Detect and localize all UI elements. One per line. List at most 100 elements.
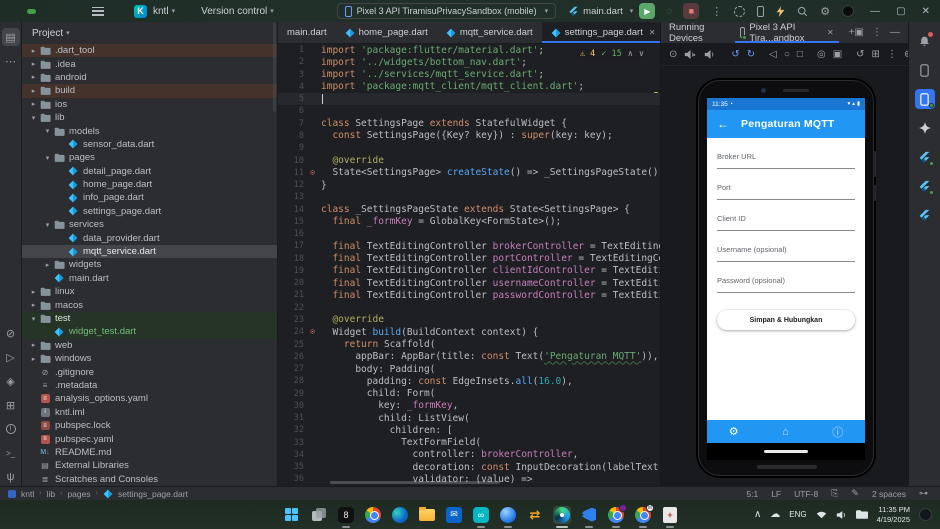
tree-item-readme-md[interactable]: M↓ README.md bbox=[22, 446, 277, 459]
extend-icon[interactable]: ⊞ bbox=[872, 49, 880, 60]
tree-scrollbar[interactable] bbox=[273, 22, 276, 112]
onedrive-icon[interactable]: ☁ bbox=[770, 509, 780, 520]
more-icon[interactable]: ⋮ bbox=[887, 49, 897, 60]
code-line-23[interactable]: 23 @override bbox=[278, 314, 660, 326]
tree-item-home-page-dart[interactable]: home_page.dart bbox=[22, 178, 277, 191]
close-button[interactable]: ✕ bbox=[922, 6, 930, 17]
chrome-app[interactable] bbox=[364, 506, 382, 524]
code-line-10[interactable]: 10 @override bbox=[278, 154, 660, 166]
chevron-right-icon[interactable]: ▸ bbox=[28, 301, 39, 309]
tab-mqtt_service.dart[interactable]: mqtt_service.dart bbox=[437, 22, 542, 43]
snapshot-icon[interactable]: ↺ bbox=[856, 49, 864, 60]
code-line-24[interactable]: 24 ⊙ Widget build(BuildContext context) { bbox=[278, 326, 660, 338]
chevron-right-icon[interactable]: ▸ bbox=[28, 355, 39, 363]
main-menu-icon[interactable] bbox=[92, 6, 104, 16]
tree-item-test[interactable]: ▾ test bbox=[22, 311, 277, 326]
browser-sphere-app[interactable] bbox=[499, 506, 517, 528]
chevron-right-icon[interactable]: ▸ bbox=[28, 47, 39, 55]
code-line-12[interactable]: 12} bbox=[278, 179, 660, 191]
clipboard-app[interactable]: + bbox=[661, 506, 679, 528]
code-line-27[interactable]: 27 body: Padding( bbox=[278, 363, 660, 375]
device-tab[interactable]: Pixel 3 API Tira...andbox ✕ bbox=[733, 22, 841, 44]
rotate-right-icon[interactable]: ↻ bbox=[747, 49, 755, 60]
tray-chevron-icon[interactable]: ∧ bbox=[754, 509, 761, 520]
tree-item-scratches-and-consoles[interactable]: ≣ Scratches and Consoles bbox=[22, 473, 277, 486]
code-editor[interactable]: ⚠ 4 ✓ 15 ∧ ∨ 1 import 'package:flutter/ma… bbox=[278, 44, 660, 486]
more-tools-icon[interactable]: ⋯ bbox=[2, 52, 20, 70]
volume-down-icon[interactable] bbox=[704, 49, 717, 60]
device-mirror-icon[interactable] bbox=[757, 5, 765, 17]
gemini-icon[interactable] bbox=[915, 118, 935, 138]
code-line-35[interactable]: 35 decoration: const InputDecoration(lab… bbox=[278, 461, 660, 473]
code-line-13[interactable]: 13 bbox=[278, 191, 660, 203]
tree-item-windows[interactable]: ▸ windows bbox=[22, 352, 277, 365]
project-name[interactable]: kntl bbox=[153, 6, 169, 17]
structure-icon[interactable]: ◈ bbox=[2, 372, 20, 390]
close-icon[interactable]: ✕ bbox=[649, 28, 656, 37]
settings-gear-icon[interactable]: ⚙ bbox=[820, 5, 830, 18]
transfer-app[interactable]: ⇄ bbox=[526, 506, 544, 524]
tree-item-linux[interactable]: ▸ linux bbox=[22, 285, 277, 298]
code-line-1[interactable]: 1 import 'package:flutter/material.dart'; bbox=[278, 44, 660, 56]
code-line-2[interactable]: 2 import '../widgets/bottom_nav.dart'; bbox=[278, 56, 660, 68]
chevron-right-icon[interactable]: ▸ bbox=[28, 341, 39, 349]
chrome-profile2-app[interactable]: M bbox=[634, 503, 654, 528]
code-line-32[interactable]: 32 children: [ bbox=[278, 424, 660, 436]
tree-item-sensor-data-dart[interactable]: sensor_data.dart bbox=[22, 138, 277, 151]
search-icon[interactable] bbox=[797, 6, 808, 17]
chevron-right-icon[interactable]: ▸ bbox=[28, 100, 39, 108]
tree-item-settings-page-dart[interactable]: settings_page.dart bbox=[22, 205, 277, 218]
gesture-bar[interactable] bbox=[707, 443, 865, 460]
commit-icon[interactable]: ⊘ bbox=[2, 324, 20, 342]
breadcrumb-item[interactable]: kntl bbox=[21, 489, 34, 499]
tree-item--metadata[interactable]: ≡ .metadata bbox=[22, 379, 277, 392]
code-line-21[interactable]: 21 final TextEditingController passwordC… bbox=[278, 289, 660, 301]
chevron-right-icon[interactable]: ▸ bbox=[28, 60, 39, 68]
tree-item-macos[interactable]: ▸ macos bbox=[22, 298, 277, 311]
encoding[interactable]: UTF-8 bbox=[794, 489, 818, 499]
code-line-19[interactable]: 19 final TextEditingController clientIdC… bbox=[278, 265, 660, 277]
tree-item-web[interactable]: ▸ web bbox=[22, 339, 277, 352]
vcs-widget[interactable]: Version control bbox=[201, 6, 267, 17]
hide-icon[interactable]: — bbox=[890, 27, 900, 38]
power-icon[interactable]: ⊙ bbox=[669, 49, 677, 60]
vscode-app[interactable] bbox=[580, 506, 598, 528]
chevron-right-icon[interactable]: ▸ bbox=[28, 73, 39, 81]
record-icon[interactable]: ▣ bbox=[833, 49, 842, 60]
code-line-34[interactable]: 34 controller: brokerController, bbox=[278, 449, 660, 461]
tab-settings_page.dart[interactable]: settings_page.dart ✕ bbox=[541, 22, 665, 43]
flutter-inspector-icon[interactable] bbox=[915, 205, 935, 225]
start-button[interactable] bbox=[283, 506, 301, 524]
tree-item-lib[interactable]: ▾ lib bbox=[22, 111, 277, 124]
device-explorer-icon[interactable] bbox=[915, 60, 935, 80]
back-arrow-icon[interactable]: ← bbox=[717, 117, 729, 131]
caret-position[interactable]: 5:1 bbox=[746, 489, 758, 499]
code-line-8[interactable]: 8 const SettingsPage({Key? key}) : super… bbox=[278, 130, 660, 142]
lock-icon[interactable]: ⊶ bbox=[919, 488, 928, 499]
settings-nav-icon[interactable]: ⚙ bbox=[729, 425, 739, 438]
tree-item--gitignore[interactable]: ⊘ .gitignore bbox=[22, 365, 277, 378]
form-field-password[interactable]: Password (opsional) bbox=[717, 276, 855, 293]
overview-icon[interactable]: □ bbox=[797, 49, 803, 60]
tree-item-build[interactable]: ▸ build bbox=[22, 84, 277, 98]
device-selector[interactable]: Pixel 3 API TiramisuPrivacySandbox (mobi… bbox=[336, 3, 557, 19]
more-actions-icon[interactable]: ⋮ bbox=[711, 5, 722, 18]
wifi-icon[interactable] bbox=[816, 510, 827, 519]
recorder-app[interactable]: 8 bbox=[337, 506, 355, 528]
code-line-11[interactable]: 11 ⊙ State<SettingsPage> createState() =>… bbox=[278, 167, 660, 179]
language-indicator[interactable]: ENG bbox=[789, 510, 806, 519]
code-line-18[interactable]: 18 final TextEditingController portContr… bbox=[278, 253, 660, 265]
clock[interactable]: 11:35 PM 4/19/2025 bbox=[877, 505, 910, 524]
project-panel-header[interactable]: Project ▾ bbox=[22, 22, 277, 44]
info-nav-icon[interactable]: ⓘ bbox=[832, 424, 843, 440]
chevron-right-icon[interactable]: ▸ bbox=[28, 87, 39, 95]
breadcrumb-item[interactable]: settings_page.dart bbox=[118, 489, 188, 499]
stop-button[interactable]: ■ bbox=[683, 3, 700, 19]
minimize-button[interactable]: — bbox=[870, 6, 880, 17]
tree-item-ios[interactable]: ▸ ios bbox=[22, 98, 277, 111]
code-line-16[interactable]: 16 bbox=[278, 228, 660, 240]
form-field-port[interactable]: Port bbox=[717, 183, 855, 200]
file-explorer-app[interactable] bbox=[418, 506, 436, 524]
chevron-down-icon[interactable]: ▾ bbox=[28, 114, 39, 122]
code-line-9[interactable]: 9 bbox=[278, 142, 660, 154]
